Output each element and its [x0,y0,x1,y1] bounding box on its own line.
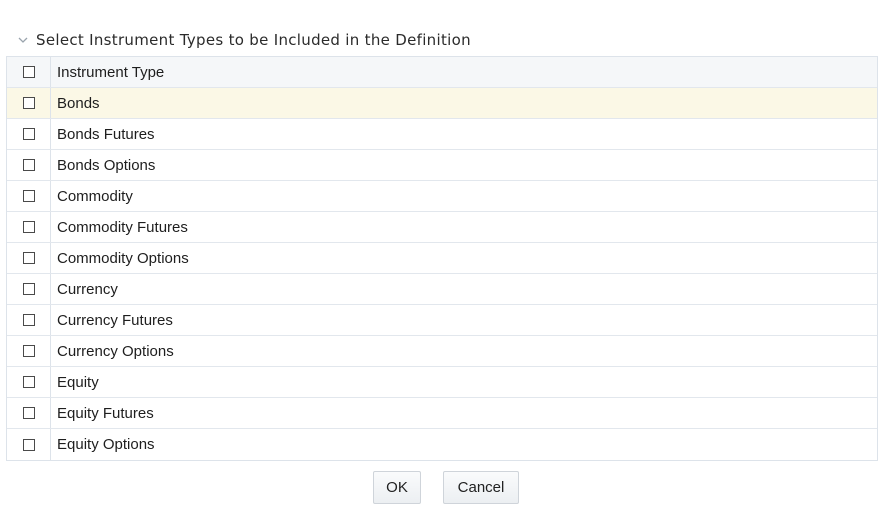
row-checkbox[interactable] [22,283,35,295]
table-row[interactable]: Bonds Options [7,150,877,181]
table-header-row: Instrument Type [7,57,877,88]
table-row[interactable]: Currency Options [7,336,877,367]
row-label: Currency Options [57,342,174,360]
select-all-checkbox[interactable] [22,66,35,78]
row-checkbox[interactable] [22,159,35,171]
table-row[interactable]: Bonds [7,88,877,119]
section-header[interactable]: Select Instrument Types to be Included i… [16,29,471,51]
row-checkbox[interactable] [22,407,35,419]
chevron-down-icon[interactable] [16,33,30,47]
column-header-instrument-type: Instrument Type [57,63,165,81]
row-label: Currency [57,280,118,298]
row-checkbox[interactable] [22,97,35,109]
row-label: Bonds Options [57,156,156,174]
row-label: Bonds Futures [57,125,155,143]
row-label: Bonds [57,94,100,112]
table-row[interactable]: Equity Options [7,429,877,460]
table-row[interactable]: Commodity Futures [7,212,877,243]
row-checkbox[interactable] [22,314,35,326]
row-label: Equity [57,373,99,391]
table-row[interactable]: Currency [7,274,877,305]
row-checkbox[interactable] [22,252,35,264]
row-label: Commodity Futures [57,218,188,236]
row-label: Commodity Options [57,249,189,267]
table-row[interactable]: Currency Futures [7,305,877,336]
row-label: Commodity [57,187,133,205]
table-row[interactable]: Equity [7,367,877,398]
section-title: Select Instrument Types to be Included i… [36,31,471,49]
row-checkbox[interactable] [22,190,35,202]
table-row[interactable]: Equity Futures [7,398,877,429]
instrument-type-table: Instrument Type Bonds Bonds Futures Bond… [6,56,878,461]
cancel-button[interactable]: Cancel [443,471,519,504]
table-row[interactable]: Bonds Futures [7,119,877,150]
row-label: Currency Futures [57,311,173,329]
ok-button[interactable]: OK [373,471,421,504]
row-checkbox[interactable] [22,345,35,357]
row-checkbox[interactable] [22,376,35,388]
dialog-buttons: OK Cancel [0,471,882,504]
row-label: Equity Futures [57,404,154,422]
row-checkbox[interactable] [22,128,35,140]
row-label: Equity Options [57,436,155,453]
row-checkbox[interactable] [22,438,35,451]
row-checkbox[interactable] [22,221,35,233]
table-row[interactable]: Commodity [7,181,877,212]
table-row[interactable]: Commodity Options [7,243,877,274]
